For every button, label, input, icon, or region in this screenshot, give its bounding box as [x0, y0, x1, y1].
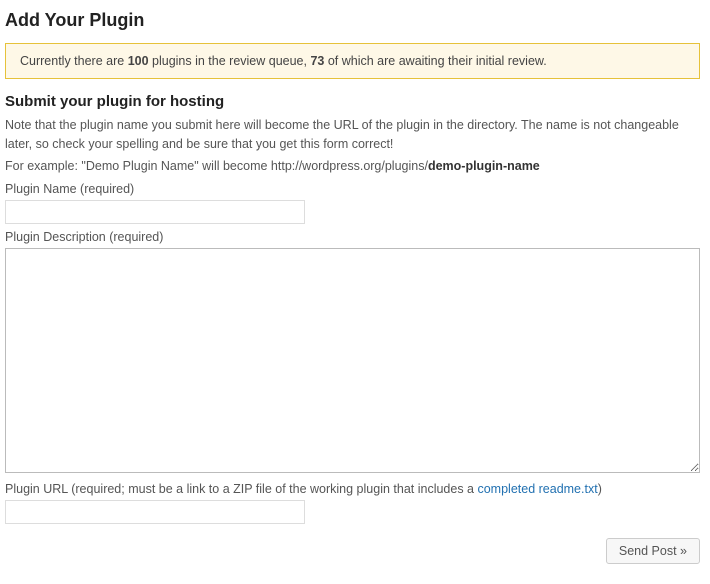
review-queue-notice: Currently there are 100 plugins in the r…	[5, 43, 700, 79]
notice-awaiting-count: 73	[310, 54, 324, 68]
plugin-url-label-prefix: Plugin URL (required; must be a link to …	[5, 482, 477, 496]
plugin-description-textarea[interactable]	[5, 248, 700, 473]
form-description-2: For example: "Demo Plugin Name" will bec…	[5, 157, 700, 176]
notice-suffix: of which are awaiting their initial revi…	[324, 54, 546, 68]
send-post-button[interactable]: Send Post »	[606, 538, 700, 564]
plugin-name-label: Plugin Name (required)	[5, 182, 700, 196]
notice-mid: plugins in the review queue,	[149, 54, 311, 68]
form-heading: Submit your plugin for hosting	[5, 93, 700, 110]
plugin-description-label: Plugin Description (required)	[5, 230, 700, 244]
form-desc2-prefix: For example: "Demo Plugin Name" will bec…	[5, 159, 428, 173]
plugin-url-input[interactable]	[5, 500, 305, 524]
readme-link[interactable]: completed readme.txt	[477, 482, 597, 496]
form-description-1: Note that the plugin name you submit her…	[5, 116, 700, 155]
plugin-url-label: Plugin URL (required; must be a link to …	[5, 482, 700, 496]
page-title: Add Your Plugin	[5, 10, 700, 31]
notice-plugin-count: 100	[128, 54, 149, 68]
notice-prefix: Currently there are	[20, 54, 128, 68]
plugin-url-label-suffix: )	[598, 482, 602, 496]
form-desc2-slug: demo-plugin-name	[428, 159, 540, 173]
plugin-name-input[interactable]	[5, 200, 305, 224]
